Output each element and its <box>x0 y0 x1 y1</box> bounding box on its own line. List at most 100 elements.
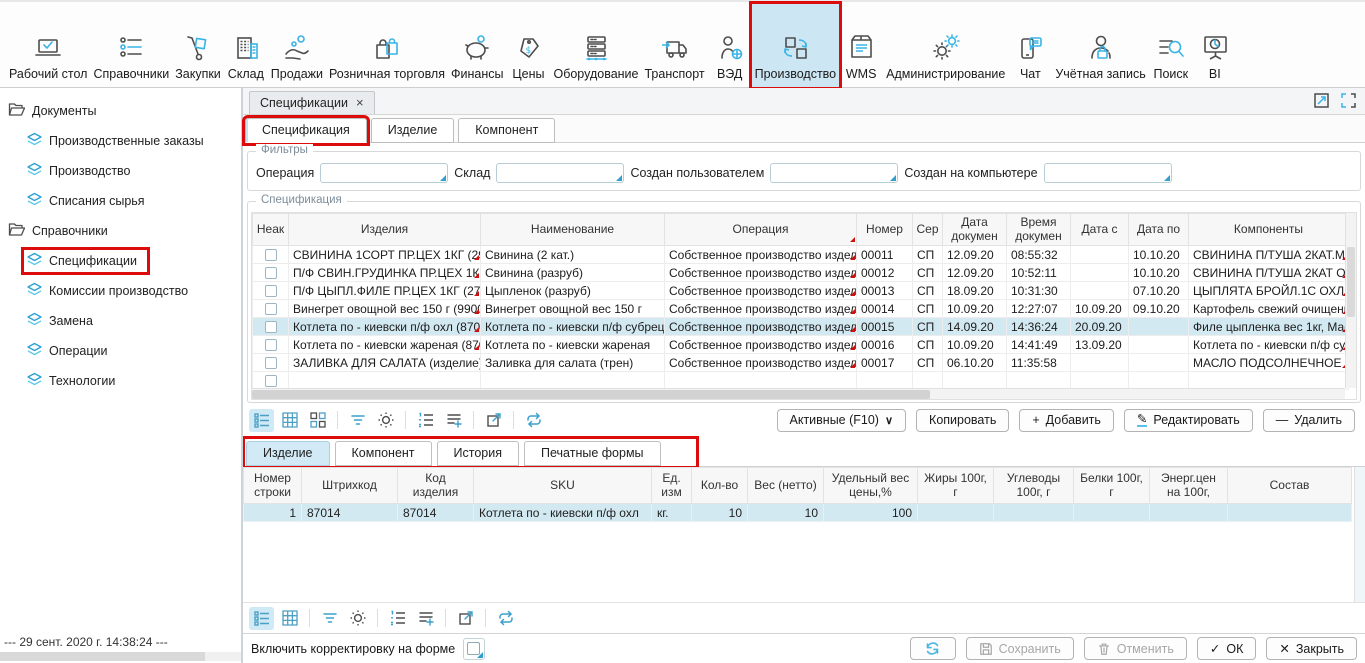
tab-detail-print-forms[interactable]: Печатные формы <box>524 441 661 466</box>
spec-row[interactable]: Винегрет овощной вес 150 г (99000 Винегр… <box>253 300 1349 318</box>
settings-gear-icon[interactable] <box>345 607 370 630</box>
save-button[interactable]: Сохранить <box>966 637 1074 660</box>
col-series[interactable]: Сер <box>913 214 943 246</box>
close-button[interactable]: ✕Закрыть <box>1266 637 1357 660</box>
grid-view-icon[interactable] <box>277 409 302 432</box>
tab-detail-component[interactable]: Компонент <box>335 441 432 466</box>
col-sku[interactable]: SKU <box>474 468 652 504</box>
sidebar-item-production-orders[interactable]: Производственные заказы <box>0 126 241 156</box>
filter-created-by-user-input[interactable] <box>770 163 898 183</box>
toolbar-item-sales[interactable]: Продажи <box>268 4 326 87</box>
spec-row-partial[interactable] <box>253 372 1349 390</box>
col-number[interactable]: Номер <box>857 214 913 246</box>
filter-operation-input[interactable] <box>320 163 448 183</box>
col-line-no[interactable]: Номер строки <box>244 468 302 504</box>
sidebar-item-raw-writeoffs[interactable]: Списания сырья <box>0 186 241 216</box>
numbered-list-icon[interactable] <box>385 607 410 630</box>
cancel-button[interactable]: Отменить <box>1084 637 1187 660</box>
tab-detail-history[interactable]: История <box>437 441 519 466</box>
row-checkbox[interactable] <box>265 339 277 351</box>
toolbar-item-prices[interactable]: $ Цены <box>506 4 550 87</box>
spec-row[interactable]: СВИНИНА 1СОРТ ПР.ЦЕХ 1КГ (2991 Свинина (… <box>253 246 1349 264</box>
ok-button[interactable]: ✓ОК <box>1197 637 1257 660</box>
toolbar-item-transport[interactable]: Транспорт <box>642 4 708 87</box>
open-in-window-icon[interactable] <box>1313 92 1330 112</box>
row-checkbox[interactable] <box>265 321 277 333</box>
sidebar-item-production-commissions[interactable]: Комиссии производство <box>0 276 241 306</box>
col-product-code[interactable]: Код изделия <box>398 468 474 504</box>
row-checkbox[interactable] <box>265 357 277 369</box>
row-checkbox[interactable] <box>265 303 277 315</box>
col-fats[interactable]: Жиры 100г, г <box>918 468 994 504</box>
cards-view-icon[interactable] <box>305 409 330 432</box>
toolbar-item-finance[interactable]: Финансы <box>448 4 506 87</box>
sidebar-item-technologies[interactable]: Технологии <box>0 366 241 396</box>
toolbar-item-chat[interactable]: Чат <box>1008 4 1052 87</box>
filter-icon[interactable] <box>345 409 370 432</box>
adjust-on-form-checkbox[interactable] <box>463 638 485 660</box>
col-composition[interactable]: Состав <box>1228 468 1352 504</box>
col-carbs[interactable]: Углеводы 100г, г <box>994 468 1074 504</box>
grid-view-icon[interactable] <box>277 607 302 630</box>
col-energy[interactable]: Энерг.цен на 100г, <box>1150 468 1228 504</box>
toolbar-item-equipment[interactable]: Оборудование <box>550 4 641 87</box>
settings-gear-icon[interactable] <box>373 409 398 432</box>
row-checkbox[interactable] <box>265 375 277 387</box>
col-barcode[interactable]: Штрихкод <box>302 468 398 504</box>
reload-icon[interactable] <box>493 607 518 630</box>
spec-vertical-scrollbar[interactable] <box>1345 213 1356 388</box>
filter-created-on-computer-input[interactable] <box>1044 163 1172 183</box>
numbered-list-icon[interactable] <box>413 409 438 432</box>
add-button[interactable]: +Добавить <box>1019 409 1114 432</box>
tab-specification[interactable]: Спецификация <box>245 118 367 143</box>
tab-close-icon[interactable]: × <box>356 95 364 110</box>
detail-row-selected[interactable]: 1 87014 87014 Котлета по - киевски п/ф о… <box>244 504 1352 522</box>
spec-row[interactable]: Котлета по - киевски жареная (870 Котлет… <box>253 336 1349 354</box>
sidebar-item-operations[interactable]: Операции <box>0 336 241 366</box>
detail-vertical-scrollbar[interactable] <box>1354 467 1365 602</box>
spec-row-selected[interactable]: Котлета по - киевски п/ф охл (87014 Котл… <box>253 318 1349 336</box>
col-product[interactable]: Изделия <box>289 214 481 246</box>
col-inactive[interactable]: Неак <box>253 214 289 246</box>
spec-row[interactable]: П/Ф ЦЫПЛ.ФИЛЕ ПР.ЦЕХ 1КГ (27429 Цыпленок… <box>253 282 1349 300</box>
toolbar-item-purchases[interactable]: Закупки <box>172 4 224 87</box>
rows-view-icon[interactable] <box>249 409 274 432</box>
col-unit[interactable]: Ед. изм <box>652 468 692 504</box>
col-date-from[interactable]: Дата с <box>1071 214 1129 246</box>
sidebar-item-specifications[interactable]: Спецификации <box>0 246 241 276</box>
col-doc-time[interactable]: Время докумен <box>1007 214 1071 246</box>
sidebar-group-documents[interactable]: Документы <box>0 96 241 126</box>
col-name[interactable]: Наименование <box>481 214 665 246</box>
sidebar-item-production[interactable]: Производство <box>0 156 241 186</box>
toolbar-item-account[interactable]: Учётная запись <box>1052 4 1148 87</box>
rows-view-icon[interactable] <box>249 607 274 630</box>
export-icon[interactable] <box>453 607 478 630</box>
col-net-weight[interactable]: Вес (нетто) <box>748 468 824 504</box>
spec-row[interactable]: ЗАЛИВКА ДЛЯ САЛАТА (изделие) Заливка для… <box>253 354 1349 372</box>
col-date-to[interactable]: Дата по <box>1129 214 1189 246</box>
fullscreen-icon[interactable] <box>1340 92 1357 112</box>
col-components[interactable]: Компоненты <box>1189 214 1349 246</box>
filter-icon[interactable] <box>317 607 342 630</box>
export-icon[interactable] <box>481 409 506 432</box>
toolbar-item-bi[interactable]: BI <box>1193 4 1237 87</box>
sidebar-group-references[interactable]: Справочники <box>0 216 241 246</box>
active-filter-dropdown[interactable]: Активные (F10)∨ <box>777 409 907 432</box>
toolbar-item-ved[interactable]: ВЭД <box>708 4 752 87</box>
copy-button[interactable]: Копировать <box>916 409 1009 432</box>
tab-detail-product[interactable]: Изделие <box>246 441 330 466</box>
sidebar-horizontal-scrollbar[interactable] <box>0 652 241 661</box>
reload-icon[interactable] <box>521 409 546 432</box>
toolbar-item-production[interactable]: Производство <box>752 4 840 87</box>
edit-button[interactable]: ✎Редактировать <box>1124 409 1253 432</box>
add-list-icon[interactable] <box>441 409 466 432</box>
col-qty[interactable]: Кол-во <box>692 468 748 504</box>
tab-component[interactable]: Компонент <box>458 118 555 143</box>
toolbar-item-warehouse[interactable]: Склад <box>224 4 268 87</box>
toolbar-item-desktop[interactable]: Рабочий стол <box>6 4 90 87</box>
filter-warehouse-input[interactable] <box>496 163 624 183</box>
spec-horizontal-scrollbar[interactable] <box>252 388 1345 399</box>
row-checkbox[interactable] <box>265 285 277 297</box>
toolbar-item-wms[interactable]: WMS <box>839 4 883 87</box>
add-list-icon[interactable] <box>413 607 438 630</box>
